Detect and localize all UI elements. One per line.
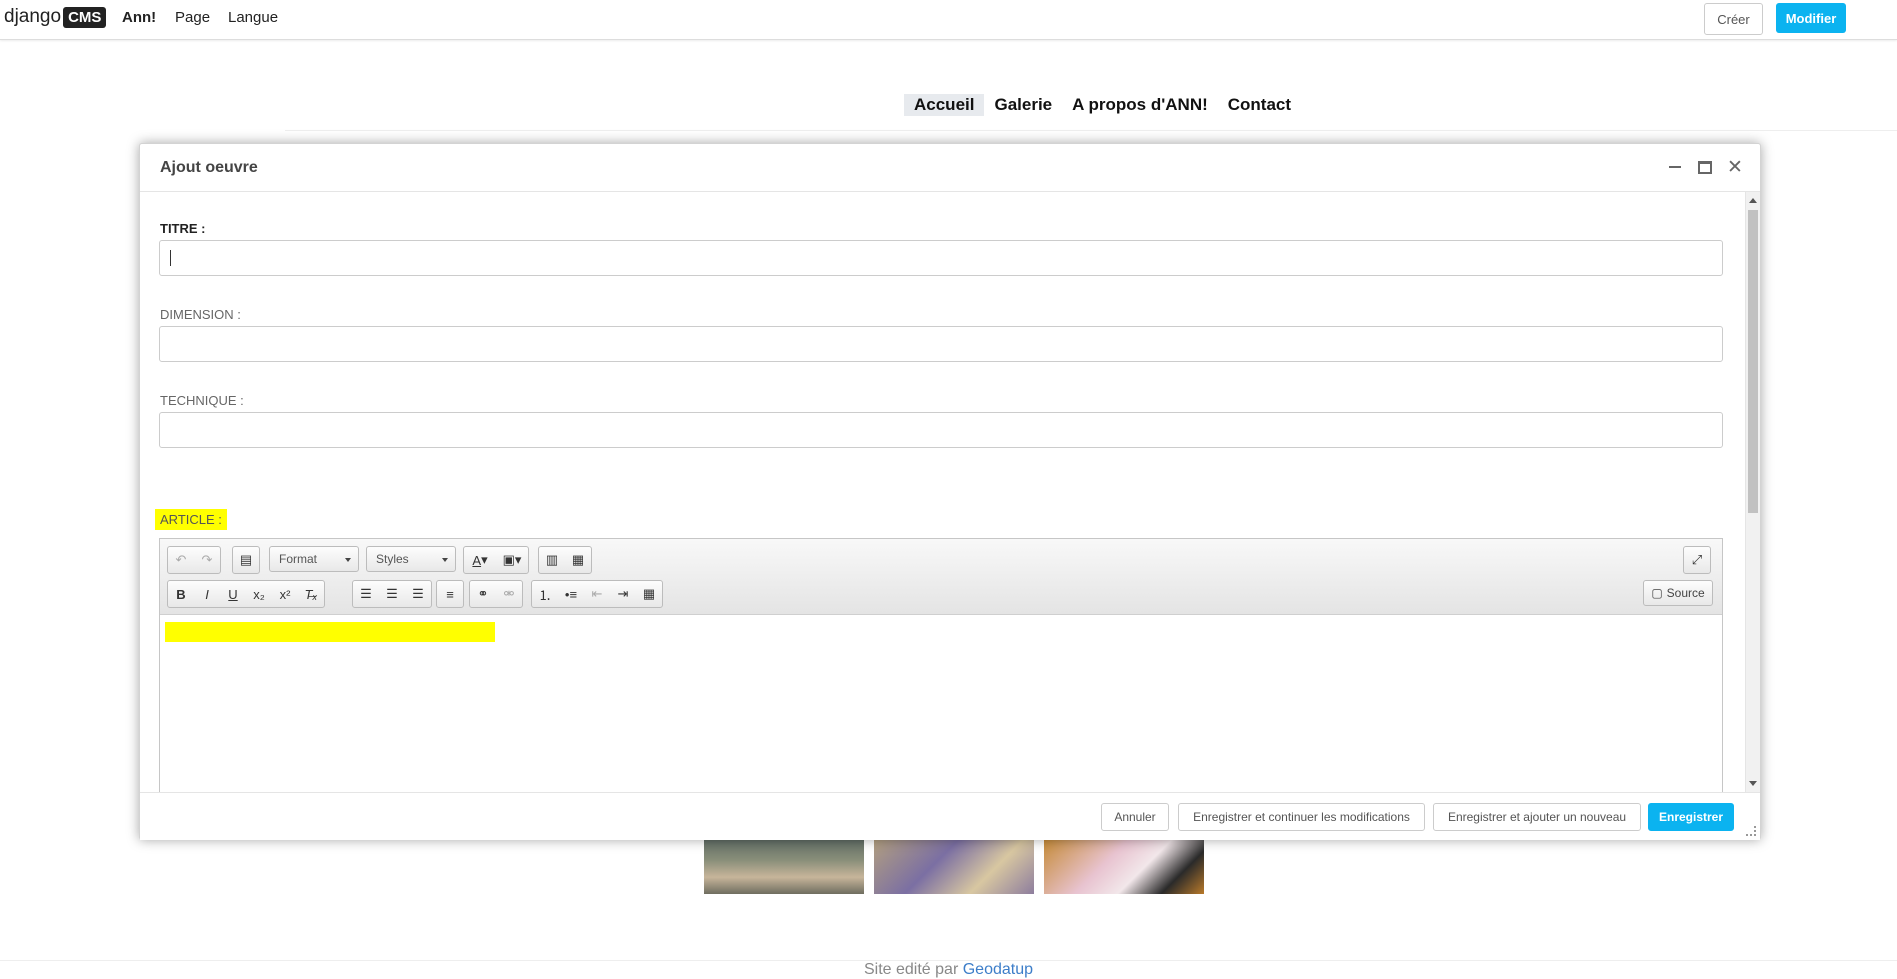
dimension-label: DIMENSION :: [160, 307, 241, 322]
titre-input[interactable]: [159, 240, 1723, 276]
gallery-thumbnail[interactable]: [1044, 838, 1204, 894]
underline-icon[interactable]: U: [220, 582, 246, 606]
source-label: Source: [1666, 586, 1705, 600]
modal-footer: Annuler Enregistrer et continuer les mod…: [140, 792, 1760, 840]
superscript-icon[interactable]: x²: [272, 582, 298, 606]
site-footer: Site edité par Geodatup: [0, 961, 1897, 979]
align-right-icon[interactable]: ☰: [405, 582, 431, 606]
format-combo[interactable]: Format: [269, 546, 359, 572]
toolbar-menu-langue[interactable]: Langue: [228, 9, 278, 26]
nav-accueil[interactable]: Accueil: [904, 94, 985, 116]
save-continue-button[interactable]: Enregistrer et continuer les modificatio…: [1178, 803, 1425, 831]
article-label: ARTICLE :: [155, 509, 227, 530]
redo-icon[interactable]: ↷: [194, 548, 220, 572]
modal-header: Ajout oeuvre ✕: [140, 144, 1760, 192]
bulleted-list-icon[interactable]: •≡: [558, 582, 584, 606]
undo-redo-group: ↶ ↷: [167, 546, 221, 574]
nav-divider: [285, 130, 1897, 131]
nav-a-propos[interactable]: A propos d'ANN!: [1062, 94, 1218, 116]
dimension-input[interactable]: [159, 326, 1723, 362]
cms-toolbar: django CMS Ann! Page Langue Créer Modifi…: [0, 0, 1897, 40]
align-left-icon[interactable]: ☰: [353, 582, 379, 606]
toolbar-menu-page[interactable]: Page: [175, 9, 210, 26]
scroll-thumb[interactable]: [1748, 210, 1758, 513]
gallery-thumbnail[interactable]: [704, 838, 864, 894]
remove-format-icon[interactable]: T̶ₓ: [298, 582, 324, 606]
resize-grip-icon[interactable]: [1746, 826, 1756, 836]
toolbar-site-name[interactable]: Ann!: [122, 9, 156, 26]
numbered-list-icon[interactable]: ⒈: [532, 582, 558, 606]
paste-group: ▥ ▦: [538, 546, 592, 574]
footer-text: Site edité par: [863, 961, 959, 978]
table-icon[interactable]: ▦: [636, 582, 662, 606]
technique-input[interactable]: [159, 412, 1723, 448]
modal-body: TITRE : DIMENSION : TECHNIQUE : ARTICLE …: [140, 192, 1744, 792]
footer-link[interactable]: Geodatup: [963, 961, 1033, 978]
color-group: A ▾ ▣▾: [463, 546, 529, 574]
subscript-icon[interactable]: x₂: [246, 582, 272, 606]
site-nav: Accueil Galerie A propos d'ANN! Contact: [904, 94, 1301, 116]
align-center-icon[interactable]: ☰: [379, 582, 405, 606]
gallery-thumbnail[interactable]: [874, 838, 1034, 894]
nav-galerie[interactable]: Galerie: [984, 94, 1062, 116]
scroll-up-icon[interactable]: [1749, 198, 1757, 203]
text-caret: [170, 250, 171, 266]
hr-group: ≡: [436, 580, 464, 608]
logo-badge: CMS: [63, 6, 107, 28]
django-cms-logo[interactable]: django CMS: [4, 6, 107, 28]
save-button[interactable]: Enregistrer: [1648, 803, 1734, 831]
link-group: ⚭ ⚮: [469, 580, 523, 608]
add-artwork-modal: Ajout oeuvre ✕ TITRE : DIMENSION : TECHN…: [139, 143, 1761, 840]
source-button[interactable]: ▢ Source: [1643, 580, 1713, 606]
source-icon: ▢: [1651, 586, 1663, 600]
paste-text-icon[interactable]: ▥: [539, 548, 565, 572]
outdent-icon[interactable]: ⇤: [584, 582, 610, 606]
highlighted-text-line: [165, 622, 495, 642]
technique-label: TECHNIQUE :: [160, 393, 244, 408]
paste-word-group: ▤: [232, 546, 260, 574]
titre-label: TITRE :: [160, 221, 206, 236]
text-color-icon[interactable]: A ▾: [464, 548, 496, 572]
bold-icon[interactable]: B: [168, 582, 194, 606]
align-group: ☰ ☰ ☰: [352, 580, 432, 608]
maximize-group: ⤢: [1683, 546, 1711, 574]
unlink-icon[interactable]: ⚮: [496, 582, 522, 606]
styles-combo[interactable]: Styles: [366, 546, 456, 572]
horizontal-rule-icon[interactable]: ≡: [437, 582, 463, 606]
undo-icon[interactable]: ↶: [168, 548, 194, 572]
modal-scrollbar[interactable]: [1745, 192, 1760, 792]
background-color-icon[interactable]: ▣▾: [496, 548, 528, 572]
list-group: ⒈ •≡ ⇤ ⇥ ▦: [531, 580, 663, 608]
article-editor: ↶ ↷ ▤ Format Styles A ▾ ▣▾ ▥ ▦ ⤢ B I U x…: [159, 538, 1723, 792]
create-button[interactable]: Créer: [1704, 3, 1763, 35]
editor-content-area[interactable]: [160, 615, 1722, 792]
indent-icon[interactable]: ⇥: [610, 582, 636, 606]
paste-from-word-icon[interactable]: ▤: [233, 548, 259, 572]
nav-contact[interactable]: Contact: [1218, 94, 1301, 116]
close-icon[interactable]: ✕: [1726, 157, 1744, 178]
link-icon[interactable]: ⚭: [470, 582, 496, 606]
edit-button[interactable]: Modifier: [1776, 3, 1846, 33]
scroll-down-icon[interactable]: [1749, 781, 1757, 786]
cancel-button[interactable]: Annuler: [1101, 803, 1169, 831]
editor-toolbar: ↶ ↷ ▤ Format Styles A ▾ ▣▾ ▥ ▦ ⤢ B I U x…: [160, 539, 1722, 615]
modal-title: Ajout oeuvre: [160, 159, 258, 176]
logo-text: django: [4, 6, 62, 27]
paste-icon[interactable]: ▦: [565, 548, 591, 572]
minimize-icon[interactable]: [1666, 158, 1684, 176]
maximize-icon[interactable]: ⤢: [1684, 548, 1710, 572]
italic-icon[interactable]: I: [194, 582, 220, 606]
save-add-button[interactable]: Enregistrer et ajouter un nouveau: [1433, 803, 1641, 831]
maximize-icon[interactable]: [1696, 158, 1714, 176]
basic-style-group: B I U x₂ x² T̶ₓ: [167, 580, 325, 608]
